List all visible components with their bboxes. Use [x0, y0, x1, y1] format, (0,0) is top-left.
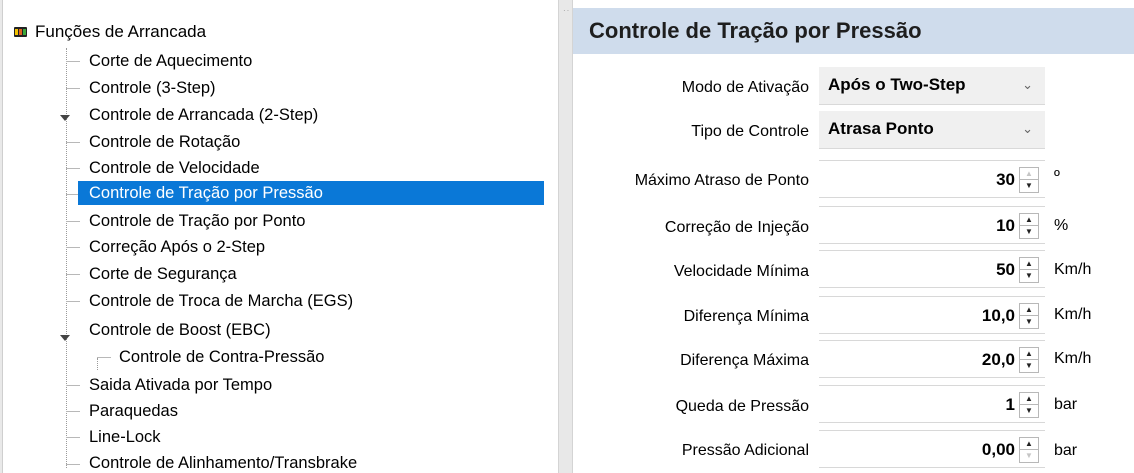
field-label-queda-de-pressao: Queda de Pressão — [675, 398, 809, 415]
pressao-adicional-input[interactable]: 0,00 ▲ ▼ — [819, 430, 1045, 468]
tree-item-controle-de-rotacao[interactable]: Controle de Rotação — [86, 130, 243, 154]
settings-form: Controle de Tração por Pressão Modo de A… — [573, 0, 1134, 473]
pressao-adicional-value: 0,00 — [981, 440, 1015, 459]
maximo-atraso-de-ponto-value: 30 — [996, 170, 1015, 189]
unit-label: Km/h — [1054, 261, 1092, 278]
chevron-down-icon: ⌄ — [1022, 77, 1033, 92]
splitter-grip-icon: ·· — [563, 6, 571, 15]
field-label-velocidade-minima: Velocidade Mínima — [673, 263, 809, 280]
spin-up-down-icon[interactable]: ▲ ▼ — [1019, 347, 1039, 373]
panel-splitter[interactable]: ·· — [558, 0, 573, 473]
correcao-de-injecao-input[interactable]: 10 ▲ ▼ — [819, 206, 1045, 244]
velocidade-minima-value: 50 — [996, 260, 1015, 279]
tree-item-controle-3-step[interactable]: Controle (3-Step) — [86, 76, 219, 100]
unit-label: Km/h — [1054, 350, 1092, 367]
tree-branch — [66, 464, 80, 465]
chevron-down-icon[interactable] — [60, 335, 70, 341]
tree-connector — [97, 358, 98, 370]
tipo-de-controle-value: Atrasa Ponto — [828, 119, 934, 138]
tree-branch — [66, 142, 80, 143]
spin-up-down-icon[interactable]: ▲ ▼ — [1019, 303, 1039, 329]
chevron-down-icon[interactable] — [60, 115, 70, 121]
tree-branch — [66, 385, 80, 386]
tree-item-corte-de-aquecimento[interactable]: Corte de Aquecimento — [86, 49, 255, 73]
diferenca-minima-input[interactable]: 10,0 ▲ ▼ — [819, 296, 1045, 334]
form-title: Controle de Tração por Pressão — [573, 8, 1134, 54]
function-tree[interactable]: Funções de Arrancada Corte de Aqueciment… — [0, 0, 558, 473]
tree-branch — [66, 301, 80, 302]
spin-up-down-icon[interactable]: ▲ ▼ — [1019, 213, 1039, 239]
unit-label: bar — [1054, 396, 1078, 413]
tree-item-controle-de-tracao-por-ponto[interactable]: Controle de Tração por Ponto — [86, 209, 308, 233]
tree-branch — [66, 168, 80, 169]
tree-item-controle-de-velocidade[interactable]: Controle de Velocidade — [86, 156, 263, 180]
queda-de-pressao-input[interactable]: 1 ▲ ▼ — [819, 385, 1045, 423]
unit-label: bar — [1054, 442, 1078, 459]
tree-item-correcao-apos-2-step[interactable]: Correção Após o 2-Step — [86, 235, 268, 259]
unit-label: % — [1054, 217, 1069, 234]
tree-item-controle-de-tracao-por-pressao[interactable]: Controle de Tração por Pressão — [78, 181, 544, 205]
diferenca-maxima-input[interactable]: 20,0 ▲ ▼ — [819, 340, 1045, 378]
tree-item-controle-de-contra-pressao[interactable]: Controle de Contra-Pressão — [116, 345, 327, 369]
correcao-de-injecao-value: 10 — [996, 216, 1015, 235]
tree-branch — [66, 411, 80, 412]
tree-item-corte-de-seguranca[interactable]: Corte de Segurança — [86, 262, 240, 286]
tree-branch — [66, 88, 80, 89]
field-label-maximo-atraso-de-ponto: Máximo Atraso de Ponto — [634, 172, 809, 189]
unit-label: º — [1054, 168, 1060, 185]
tree-branch — [66, 247, 80, 248]
tree-connector — [66, 48, 67, 468]
tree-branch — [66, 274, 80, 275]
tree-root-label: Funções de Arrancada — [35, 22, 207, 41]
tree-branch — [66, 221, 80, 222]
velocidade-minima-input[interactable]: 50 ▲ ▼ — [819, 250, 1045, 288]
tree-branch — [66, 437, 80, 438]
tipo-de-controle-dropdown[interactable]: Atrasa Ponto ⌄ — [819, 111, 1045, 149]
spin-up-down-icon[interactable]: ▲ ▼ — [1019, 392, 1039, 418]
traffic-light-icon — [14, 27, 27, 37]
tree-item-controle-de-boost[interactable]: Controle de Boost (EBC) — [86, 318, 274, 342]
field-label-pressao-adicional: Pressão Adicional — [681, 442, 809, 459]
modo-de-ativacao-value: Após o Two-Step — [828, 75, 966, 94]
tree-branch — [66, 61, 80, 62]
tree-left-edge — [0, 0, 3, 473]
chevron-down-icon: ⌄ — [1022, 121, 1033, 136]
field-label-diferenca-maxima: Diferença Máxima — [680, 352, 809, 369]
queda-de-pressao-value: 1 — [1005, 395, 1015, 414]
tree-branch — [97, 357, 111, 358]
tree-item-saida-ativada-por-tempo[interactable]: Saida Ativada por Tempo — [86, 373, 275, 397]
field-label-modo-de-ativacao: Modo de Ativação — [681, 79, 809, 96]
tree-item-controle-de-arrancada-2-step[interactable]: Controle de Arrancada (2-Step) — [86, 103, 321, 127]
spin-up-down-icon[interactable]: ▲ ▼ — [1019, 257, 1039, 283]
tree-item-line-lock[interactable]: Line-Lock — [86, 425, 164, 449]
maximo-atraso-de-ponto-input[interactable]: 30 ▲ ▼ — [819, 160, 1045, 198]
spin-up-down-icon[interactable]: ▲ ▼ — [1019, 167, 1039, 193]
field-label-tipo-de-controle: Tipo de Controle — [691, 123, 809, 140]
tree-item-paraquedas[interactable]: Paraquedas — [86, 399, 181, 423]
unit-label: Km/h — [1054, 306, 1092, 323]
field-label-diferenca-minima: Diferença Mínima — [683, 308, 809, 325]
spin-up-down-icon[interactable]: ▲ ▼ — [1019, 437, 1039, 463]
diferenca-maxima-value: 20,0 — [981, 350, 1015, 369]
tree-root-funcoes-de-arrancada[interactable]: Funções de Arrancada — [14, 20, 206, 44]
diferenca-minima-value: 10,0 — [981, 306, 1015, 325]
tree-item-controle-de-alinhamento[interactable]: Controle de Alinhamento/Transbrake — [86, 451, 360, 473]
modo-de-ativacao-dropdown[interactable]: Após o Two-Step ⌄ — [819, 67, 1045, 105]
field-label-correcao-de-injecao: Correção de Injeção — [664, 219, 809, 236]
tree-item-controle-de-troca-de-marcha[interactable]: Controle de Troca de Marcha (EGS) — [86, 289, 356, 313]
